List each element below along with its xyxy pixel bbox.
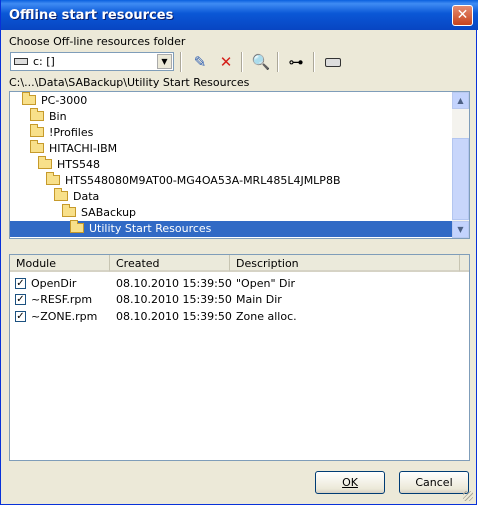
- cancel-button[interactable]: Cancel: [399, 471, 469, 494]
- tree-scrollbar[interactable]: ▲ ▼: [452, 92, 469, 238]
- tree-item-selected[interactable]: Utility Start Resources: [10, 220, 452, 237]
- row-checkbox[interactable]: ✓: [15, 294, 26, 305]
- tree-item[interactable]: PC-3000: [22, 92, 87, 109]
- column-header-module[interactable]: Module: [10, 255, 110, 272]
- toolbar-separator: [277, 52, 279, 72]
- description-cell: Zone alloc.: [236, 310, 297, 323]
- created-cell: 08.10.2010 15:39:50: [116, 293, 232, 306]
- column-header-created[interactable]: Created: [110, 255, 230, 272]
- folder-icon: [30, 140, 44, 153]
- close-button[interactable]: ✕: [452, 5, 473, 26]
- row-checkbox[interactable]: ✓: [15, 278, 26, 289]
- binoculars-icon: ⊶: [288, 53, 304, 71]
- created-cell: 08.10.2010 15:39:50: [116, 277, 232, 290]
- chevron-down-icon[interactable]: ▼: [157, 54, 172, 69]
- search-folder-button[interactable]: 🔍: [249, 51, 273, 73]
- toolbar-separator: [180, 52, 182, 72]
- resize-grip[interactable]: [463, 491, 473, 501]
- ok-button-label: OK: [342, 476, 358, 489]
- chevron-down-icon: ▼: [457, 225, 464, 234]
- folder-icon: [30, 108, 44, 121]
- table-row[interactable]: ✓ OpenDir 08.10.2010 15:39:50 "Open" Dir: [10, 275, 469, 292]
- module-cell: ~ZONE.rpm: [31, 310, 98, 323]
- tree-item[interactable]: SABackup: [62, 204, 136, 221]
- module-list[interactable]: Module Created Description ✓ OpenDir 08.…: [9, 254, 470, 461]
- module-cell: ~RESF.rpm: [31, 293, 93, 306]
- drive-select[interactable]: c: [] ▼: [10, 52, 174, 71]
- scroll-down-button[interactable]: ▼: [452, 221, 469, 238]
- drive-button[interactable]: [321, 51, 345, 73]
- folder-icon: [54, 188, 68, 201]
- folder-tree[interactable]: PC-3000 Bin !Profiles HITACHI-IBM HTS548…: [9, 91, 470, 239]
- find-button[interactable]: ⊶: [284, 51, 308, 73]
- pencil-icon: ✎: [193, 53, 207, 71]
- folder-icon: [30, 124, 44, 137]
- column-header-filler: [460, 255, 469, 272]
- search-icon: 🔍: [251, 53, 271, 71]
- drive-icon: [14, 58, 28, 65]
- table-row[interactable]: ✓ ~ZONE.rpm 08.10.2010 15:39:50 Zone all…: [10, 308, 469, 325]
- ok-button[interactable]: OK: [315, 471, 385, 494]
- tree-item[interactable]: HTS548: [38, 156, 100, 173]
- cancel-button-label: Cancel: [415, 476, 453, 489]
- edit-button[interactable]: ✎: [188, 51, 212, 73]
- delete-icon: ✕: [219, 53, 233, 71]
- open-folder-icon: [70, 220, 84, 233]
- folder-icon: [62, 204, 76, 217]
- title-bar[interactable]: Offline start resources ✕: [1, 0, 478, 30]
- column-header-description[interactable]: Description: [230, 255, 460, 272]
- scroll-up-button[interactable]: ▲: [452, 92, 469, 109]
- module-cell: OpenDir: [31, 277, 77, 290]
- tree-item[interactable]: Bin: [30, 108, 67, 125]
- row-checkbox[interactable]: ✓: [15, 311, 26, 322]
- tree-item[interactable]: HTS548080M9AT00-MG4OA53A-MRL485L4JMLP8B: [46, 172, 341, 189]
- drive-select-value: c: []: [33, 55, 55, 68]
- tree-item[interactable]: HITACHI-IBM: [30, 140, 117, 157]
- chevron-up-icon: ▲: [457, 96, 464, 105]
- scroll-thumb[interactable]: [452, 138, 469, 220]
- toolbar-separator: [241, 52, 243, 72]
- drive-icon: [325, 58, 341, 67]
- folder-icon: [38, 156, 52, 169]
- delete-button[interactable]: ✕: [214, 51, 238, 73]
- folder-label: Choose Off-line resources folder: [9, 35, 186, 48]
- close-icon: ✕: [456, 7, 469, 23]
- folder-icon: [46, 172, 60, 185]
- description-cell: Main Dir: [236, 293, 282, 306]
- created-cell: 08.10.2010 15:39:50: [116, 310, 232, 323]
- current-path: C:\...\Data\SABackup\Utility Start Resou…: [9, 76, 250, 89]
- toolbar-separator: [313, 52, 315, 72]
- description-cell: "Open" Dir: [236, 277, 296, 290]
- window-title: Offline start resources: [9, 8, 174, 23]
- folder-icon: [22, 92, 36, 105]
- tree-item[interactable]: !Profiles: [30, 124, 93, 141]
- table-row[interactable]: ✓ ~RESF.rpm 08.10.2010 15:39:50 Main Dir: [10, 291, 469, 308]
- tree-item[interactable]: Data: [54, 188, 99, 205]
- dialog-window: Offline start resources ✕ Choose Off-lin…: [0, 0, 478, 505]
